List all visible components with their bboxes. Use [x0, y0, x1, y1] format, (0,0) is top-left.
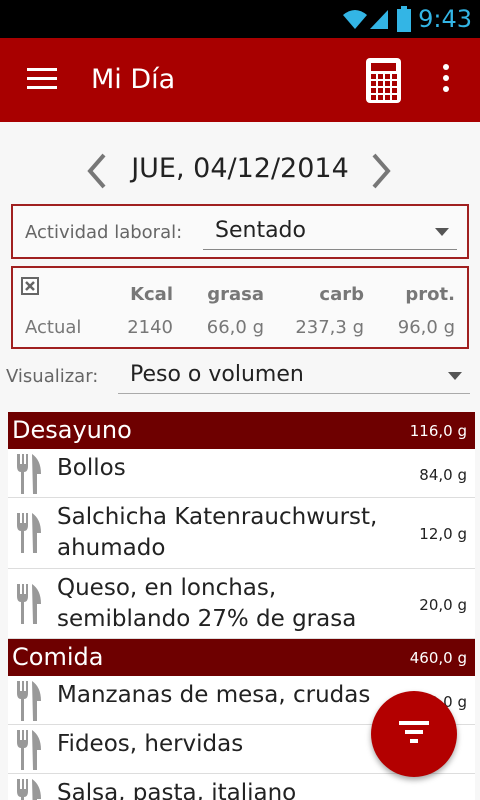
- food-name: Queso, en lonchas, semiblando 27% de gra…: [57, 575, 357, 632]
- header-carb: carb: [319, 284, 364, 305]
- meal-header[interactable]: Desayuno 116,0 g: [8, 412, 475, 449]
- activity-dropdown[interactable]: Sentado: [203, 214, 457, 250]
- row-label-actual: Actual: [25, 317, 82, 338]
- food-item[interactable]: Queso, en lonchas, semiblando 27% de gra…: [8, 569, 475, 639]
- fork-knife-icon: [17, 730, 41, 770]
- calculator-icon[interactable]: [366, 58, 401, 103]
- overflow-icon[interactable]: [440, 64, 452, 98]
- fork-knife-icon: [17, 584, 41, 624]
- close-box-icon[interactable]: [21, 277, 39, 295]
- value-grasa: 66,0 g: [206, 317, 264, 338]
- status-bar: 9:43: [0, 0, 480, 38]
- food-item[interactable]: Bollos 84,0 g: [8, 449, 475, 498]
- food-weight: 12,0 g: [419, 525, 467, 543]
- header-kcal: Kcal: [130, 284, 173, 305]
- page-title: Mi Día: [91, 64, 176, 95]
- activity-value: Sentado: [215, 218, 306, 243]
- value-carb: 237,3 g: [295, 317, 364, 338]
- fork-knife-icon: [17, 513, 41, 553]
- food-weight: 84,0 g: [419, 466, 467, 484]
- food-item[interactable]: Salchicha Katenrauchwurst, ahumado 12,0 …: [8, 498, 475, 569]
- date-navigator: JUE, 04/12/2014: [0, 145, 480, 195]
- meal-weight: 460,0 g: [409, 649, 467, 667]
- status-time: 9:43: [418, 5, 472, 33]
- visualize-dropdown[interactable]: Peso o volumen: [118, 358, 470, 394]
- filter-icon: [399, 721, 429, 743]
- food-name: Manzanas de mesa, crudas: [57, 682, 371, 708]
- value-kcal: 2140: [127, 317, 173, 338]
- signal-icon: [370, 10, 388, 29]
- dropdown-icon: [435, 228, 449, 236]
- dropdown-icon: [448, 372, 462, 380]
- food-name: Salsa, pasta, italiano: [57, 780, 297, 800]
- visualize-value: Peso o volumen: [130, 362, 304, 387]
- food-name: Salchicha Katenrauchwurst, ahumado: [57, 504, 378, 561]
- fork-knife-icon: [17, 454, 41, 494]
- food-name: Fideos, hervidas: [57, 731, 244, 757]
- activity-label: Actividad laboral:: [25, 222, 183, 243]
- meal-weight: 116,0 g: [409, 422, 467, 440]
- battery-icon: [397, 6, 411, 32]
- value-prot: 96,0 g: [397, 317, 455, 338]
- food-item[interactable]: Salsa, pasta, italiano: [8, 774, 475, 800]
- date-label: JUE, 04/12/2014: [131, 153, 349, 184]
- fork-knife-icon: [17, 681, 41, 721]
- menu-icon[interactable]: [27, 68, 57, 92]
- meal-name: Desayuno: [12, 416, 132, 444]
- header-prot: prot.: [405, 284, 455, 305]
- nutrition-summary: Kcal grasa carb prot. Actual 2140 66,0 g…: [11, 266, 469, 349]
- meal-name: Comida: [12, 643, 104, 671]
- food-weight: 20,0 g: [419, 596, 467, 614]
- header-grasa: grasa: [207, 284, 264, 305]
- app-bar: Mi Día: [0, 38, 480, 122]
- food-name: Bollos: [57, 455, 126, 481]
- fork-knife-icon: [17, 779, 41, 800]
- activity-box: Actividad laboral: Sentado: [11, 204, 469, 259]
- chevron-right-icon[interactable]: [366, 151, 396, 191]
- filter-fab-button[interactable]: [371, 691, 457, 777]
- visualize-label: Visualizar:: [6, 366, 99, 387]
- wifi-icon: [343, 10, 367, 29]
- meal-header[interactable]: Comida 460,0 g: [8, 639, 475, 676]
